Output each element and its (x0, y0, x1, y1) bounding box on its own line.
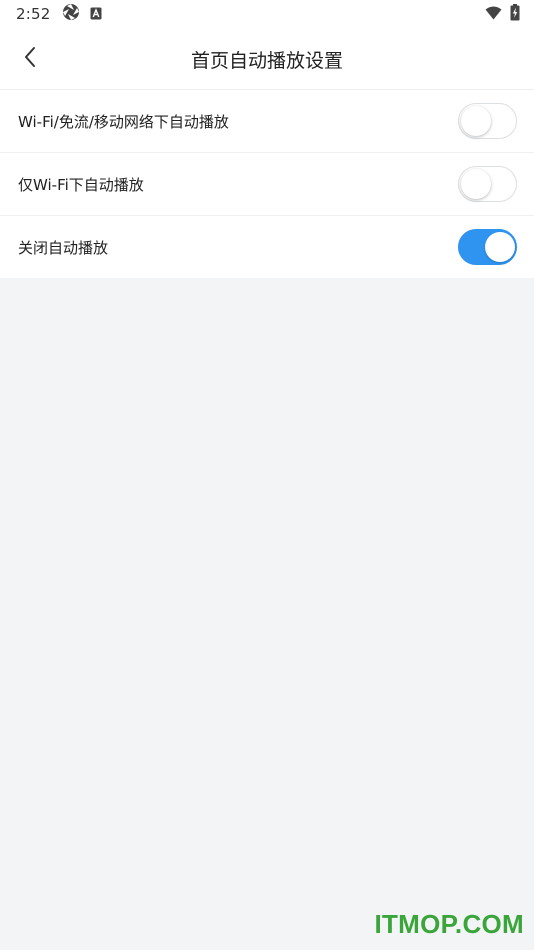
toggle-knob (484, 231, 515, 262)
status-left-icons (62, 3, 102, 25)
setting-row-disable: 关闭自动播放 (0, 216, 534, 278)
setting-row-wifi-only: 仅Wi-Fi下自动播放 (0, 153, 534, 216)
app-bar: 首页自动播放设置 (0, 28, 534, 90)
battery-charging-icon (510, 3, 520, 25)
wifi-icon (485, 5, 502, 24)
setting-label: 关闭自动播放 (18, 238, 109, 257)
a-box-icon (90, 5, 102, 24)
setting-label: 仅Wi-Fi下自动播放 (18, 175, 144, 194)
setting-label: Wi-Fi/免流/移动网络下自动播放 (18, 112, 229, 131)
settings-list: Wi-Fi/免流/移动网络下自动播放 仅Wi-Fi下自动播放 关闭自动播放 (0, 90, 534, 278)
aperture-icon (62, 3, 80, 25)
toggle-knob (460, 168, 491, 199)
toggle-knob (460, 105, 491, 136)
page-title: 首页自动播放设置 (190, 50, 343, 72)
watermark-text: ITMOP.COM (374, 909, 524, 939)
autoplay-wifi-only-toggle[interactable] (458, 166, 517, 202)
status-bar: 2:52 (0, 0, 534, 28)
status-time: 2:52 (16, 5, 51, 23)
setting-row-wifi-free-mobile: Wi-Fi/免流/移动网络下自动播放 (0, 90, 534, 153)
status-right-icons (485, 3, 520, 25)
autoplay-off-toggle[interactable] (458, 229, 517, 265)
autoplay-all-networks-toggle[interactable] (458, 103, 517, 139)
